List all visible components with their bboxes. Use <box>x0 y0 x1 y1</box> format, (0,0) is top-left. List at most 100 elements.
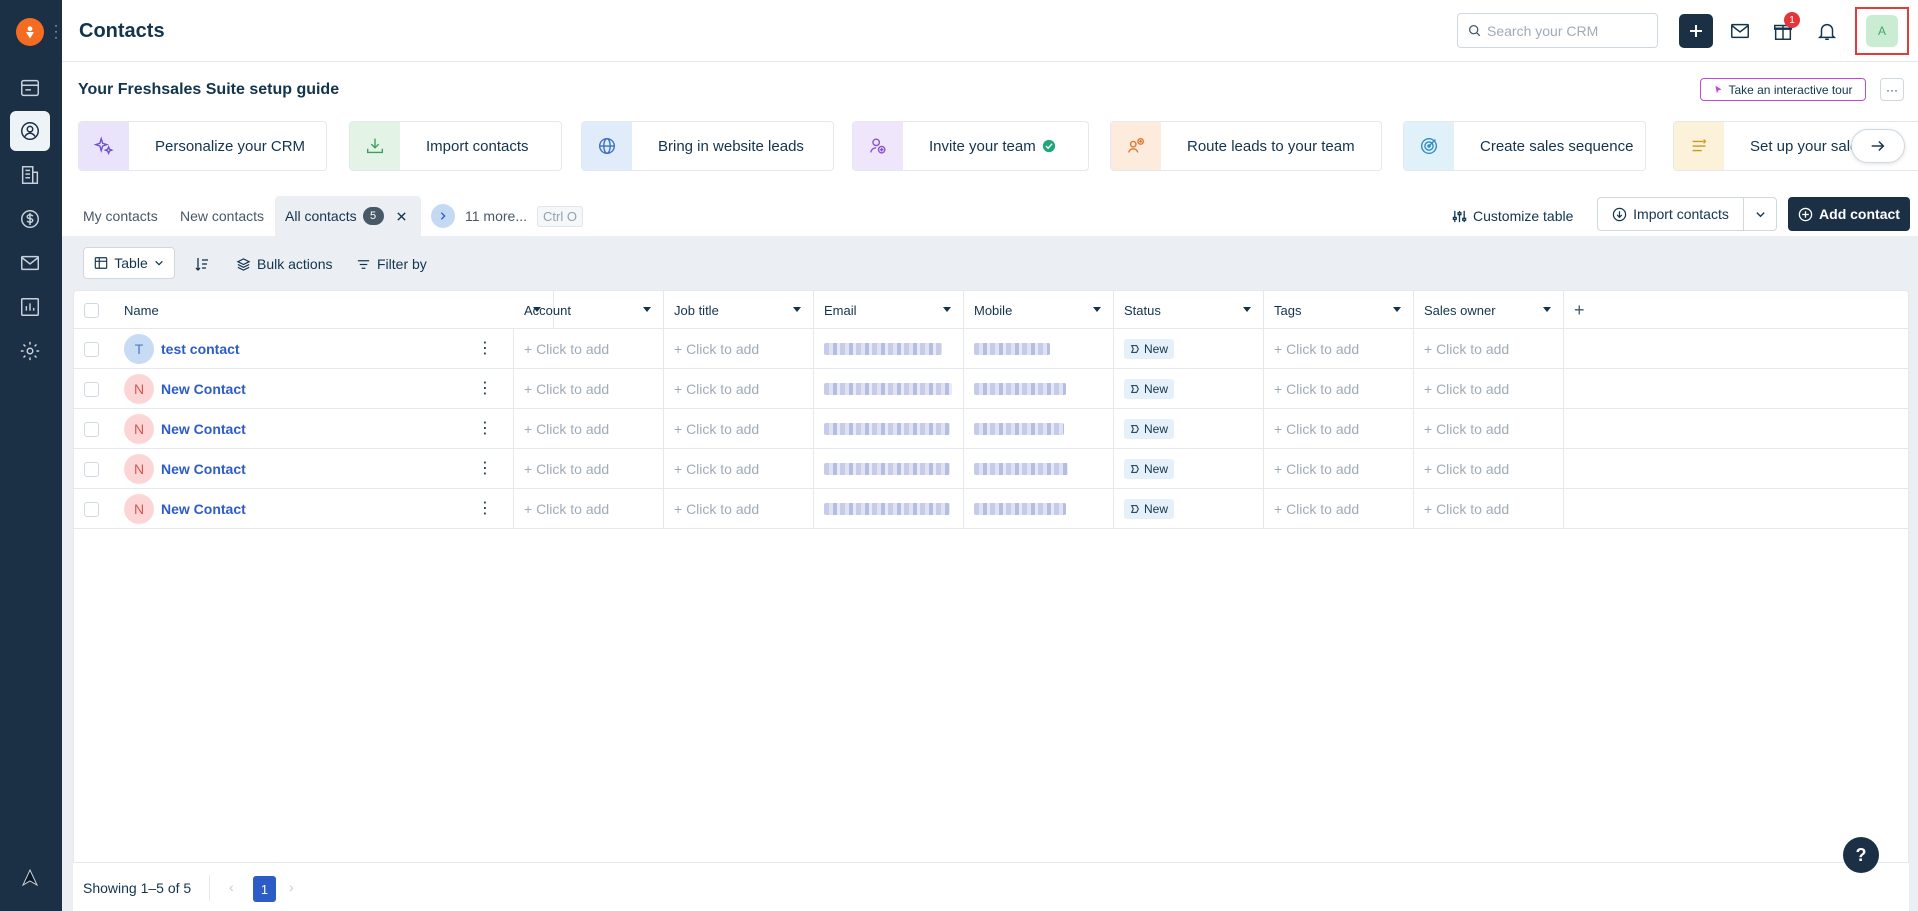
view-mode-select[interactable]: Table <box>83 247 175 279</box>
more-vertical-icon[interactable]: ⋮ <box>477 501 493 517</box>
column-header-tags[interactable]: Tags <box>1264 291 1414 329</box>
sales-owner-cell[interactable]: + Click to add <box>1414 329 1564 369</box>
status-cell[interactable]: New <box>1114 449 1264 489</box>
mobile-cell[interactable] <box>964 369 1114 409</box>
search-input[interactable] <box>1487 22 1647 39</box>
gift-button[interactable]: 1 <box>1768 12 1800 46</box>
row-checkbox[interactable] <box>74 369 114 409</box>
table-row[interactable]: N New Contact ⋮ + Click to add + Click to ad… <box>74 449 1908 489</box>
caret-down-icon[interactable] <box>1243 307 1251 312</box>
import-contacts-button[interactable]: Import contacts <box>1598 198 1744 230</box>
column-header-account[interactable]: Account <box>514 291 664 329</box>
close-icon[interactable] <box>396 211 407 222</box>
freddy-ai-icon[interactable] <box>20 868 40 888</box>
help-button[interactable]: ? <box>1843 837 1879 873</box>
email-cell[interactable] <box>814 329 964 369</box>
more-vertical-icon[interactable]: ⋮ <box>477 421 493 437</box>
import-dropdown-button[interactable] <box>1744 198 1776 230</box>
account-cell[interactable]: + Click to add <box>514 369 664 409</box>
guide-more-button[interactable]: ··· <box>1880 78 1904 101</box>
guide-card-sales-sequence[interactable]: Create sales sequence <box>1403 121 1646 171</box>
interactive-tour-button[interactable]: Take an interactive tour <box>1700 78 1866 101</box>
column-header-email[interactable]: Email <box>814 291 964 329</box>
caret-down-icon[interactable] <box>1093 307 1101 312</box>
user-avatar-button[interactable]: A <box>1855 7 1909 55</box>
guide-card-import[interactable]: Import contacts <box>349 121 562 171</box>
sales-owner-cell[interactable]: + Click to add <box>1414 369 1564 409</box>
sidebar-deals-icon[interactable] <box>10 199 50 239</box>
more-vertical-icon[interactable]: ⋮ <box>477 341 493 357</box>
row-checkbox[interactable] <box>74 449 114 489</box>
guide-card-website-leads[interactable]: Bring in website leads <box>581 121 834 171</box>
freshsales-logo-icon[interactable] <box>16 18 44 46</box>
column-header-status[interactable]: Status <box>1114 291 1264 329</box>
mobile-cell[interactable] <box>964 409 1114 449</box>
status-cell[interactable]: New <box>1114 489 1264 529</box>
contact-name-link[interactable]: New Contact <box>161 461 246 477</box>
caret-down-icon[interactable] <box>643 307 651 312</box>
customize-table-button[interactable]: Customize table <box>1452 201 1573 231</box>
caret-down-icon[interactable] <box>793 307 801 312</box>
contact-name-link[interactable]: New Contact <box>161 381 246 397</box>
next-page-icon[interactable]: › <box>289 879 294 895</box>
guide-next-button[interactable] <box>1851 129 1905 163</box>
column-header-sales-owner[interactable]: Sales owner <box>1414 291 1564 329</box>
prev-page-icon[interactable]: ‹ <box>229 879 234 895</box>
contact-name-link[interactable]: New Contact <box>161 501 246 517</box>
select-all-checkbox[interactable] <box>74 291 114 329</box>
sales-owner-cell[interactable]: + Click to add <box>1414 409 1564 449</box>
row-checkbox[interactable] <box>74 329 114 369</box>
more-vertical-icon[interactable]: ⋮ <box>477 381 493 397</box>
mail-button[interactable] <box>1725 16 1755 46</box>
sidebar-email-icon[interactable] <box>10 243 50 283</box>
contact-name-link[interactable]: test contact <box>161 341 240 357</box>
page-1-button[interactable]: 1 <box>253 876 276 902</box>
contact-name-link[interactable]: New Contact <box>161 421 246 437</box>
guide-card-route-leads[interactable]: Route leads to your team <box>1110 121 1382 171</box>
job-title-cell[interactable]: + Click to add <box>664 449 814 489</box>
status-cell[interactable]: New <box>1114 329 1264 369</box>
caret-down-icon[interactable] <box>943 307 951 312</box>
tags-cell[interactable]: + Click to add <box>1264 449 1414 489</box>
guide-card-personalize[interactable]: Personalize your CRM <box>78 121 327 171</box>
email-cell[interactable] <box>814 489 964 529</box>
mobile-cell[interactable] <box>964 489 1114 529</box>
row-checkbox[interactable] <box>74 489 114 529</box>
status-cell[interactable]: New <box>1114 409 1264 449</box>
add-column-icon[interactable]: + <box>1564 291 1604 329</box>
mobile-cell[interactable] <box>964 449 1114 489</box>
bulk-actions-button[interactable]: Bulk actions <box>236 252 332 276</box>
sidebar-reports-icon[interactable] <box>10 287 50 327</box>
job-title-cell[interactable]: + Click to add <box>664 489 814 529</box>
table-row[interactable]: N New Contact ⋮ + Click to add + Click to ad… <box>74 369 1908 409</box>
table-row[interactable]: Ttest contact ⋮ + Click to add + Click to a… <box>74 329 1908 369</box>
job-title-cell[interactable]: + Click to add <box>664 409 814 449</box>
job-title-cell[interactable]: + Click to add <box>664 329 814 369</box>
more-views-button[interactable]: 11 more... Ctrl O <box>431 196 583 236</box>
row-checkbox[interactable] <box>74 409 114 449</box>
column-header-name[interactable]: Name <box>114 291 554 329</box>
global-search[interactable] <box>1457 13 1658 48</box>
caret-down-icon[interactable] <box>1543 307 1551 312</box>
tab-new-contacts[interactable]: New contacts <box>180 196 264 236</box>
table-row[interactable]: N New Contact ⋮ + Click to add + Click to ad… <box>74 489 1908 529</box>
sales-owner-cell[interactable]: + Click to add <box>1414 449 1564 489</box>
caret-down-icon[interactable] <box>1393 307 1401 312</box>
add-contact-button[interactable]: Add contact <box>1788 197 1910 231</box>
table-row[interactable]: N New Contact ⋮ + Click to add + Click to ad… <box>74 409 1908 449</box>
mobile-cell[interactable] <box>964 329 1114 369</box>
email-cell[interactable] <box>814 449 964 489</box>
email-cell[interactable] <box>814 369 964 409</box>
status-cell[interactable]: New <box>1114 369 1264 409</box>
sidebar-settings-icon[interactable] <box>10 331 50 371</box>
filter-button[interactable]: Filter by <box>356 252 427 276</box>
email-cell[interactable] <box>814 409 964 449</box>
job-title-cell[interactable]: + Click to add <box>664 369 814 409</box>
notifications-button[interactable] <box>1812 16 1842 46</box>
column-header-mobile[interactable]: Mobile <box>964 291 1114 329</box>
sidebar-dashboard-icon[interactable] <box>10 68 50 108</box>
account-cell[interactable]: + Click to add <box>514 489 664 529</box>
tags-cell[interactable]: + Click to add <box>1264 369 1414 409</box>
sort-button[interactable] <box>194 252 210 276</box>
tab-all-contacts[interactable]: All contacts 5 <box>275 196 421 236</box>
